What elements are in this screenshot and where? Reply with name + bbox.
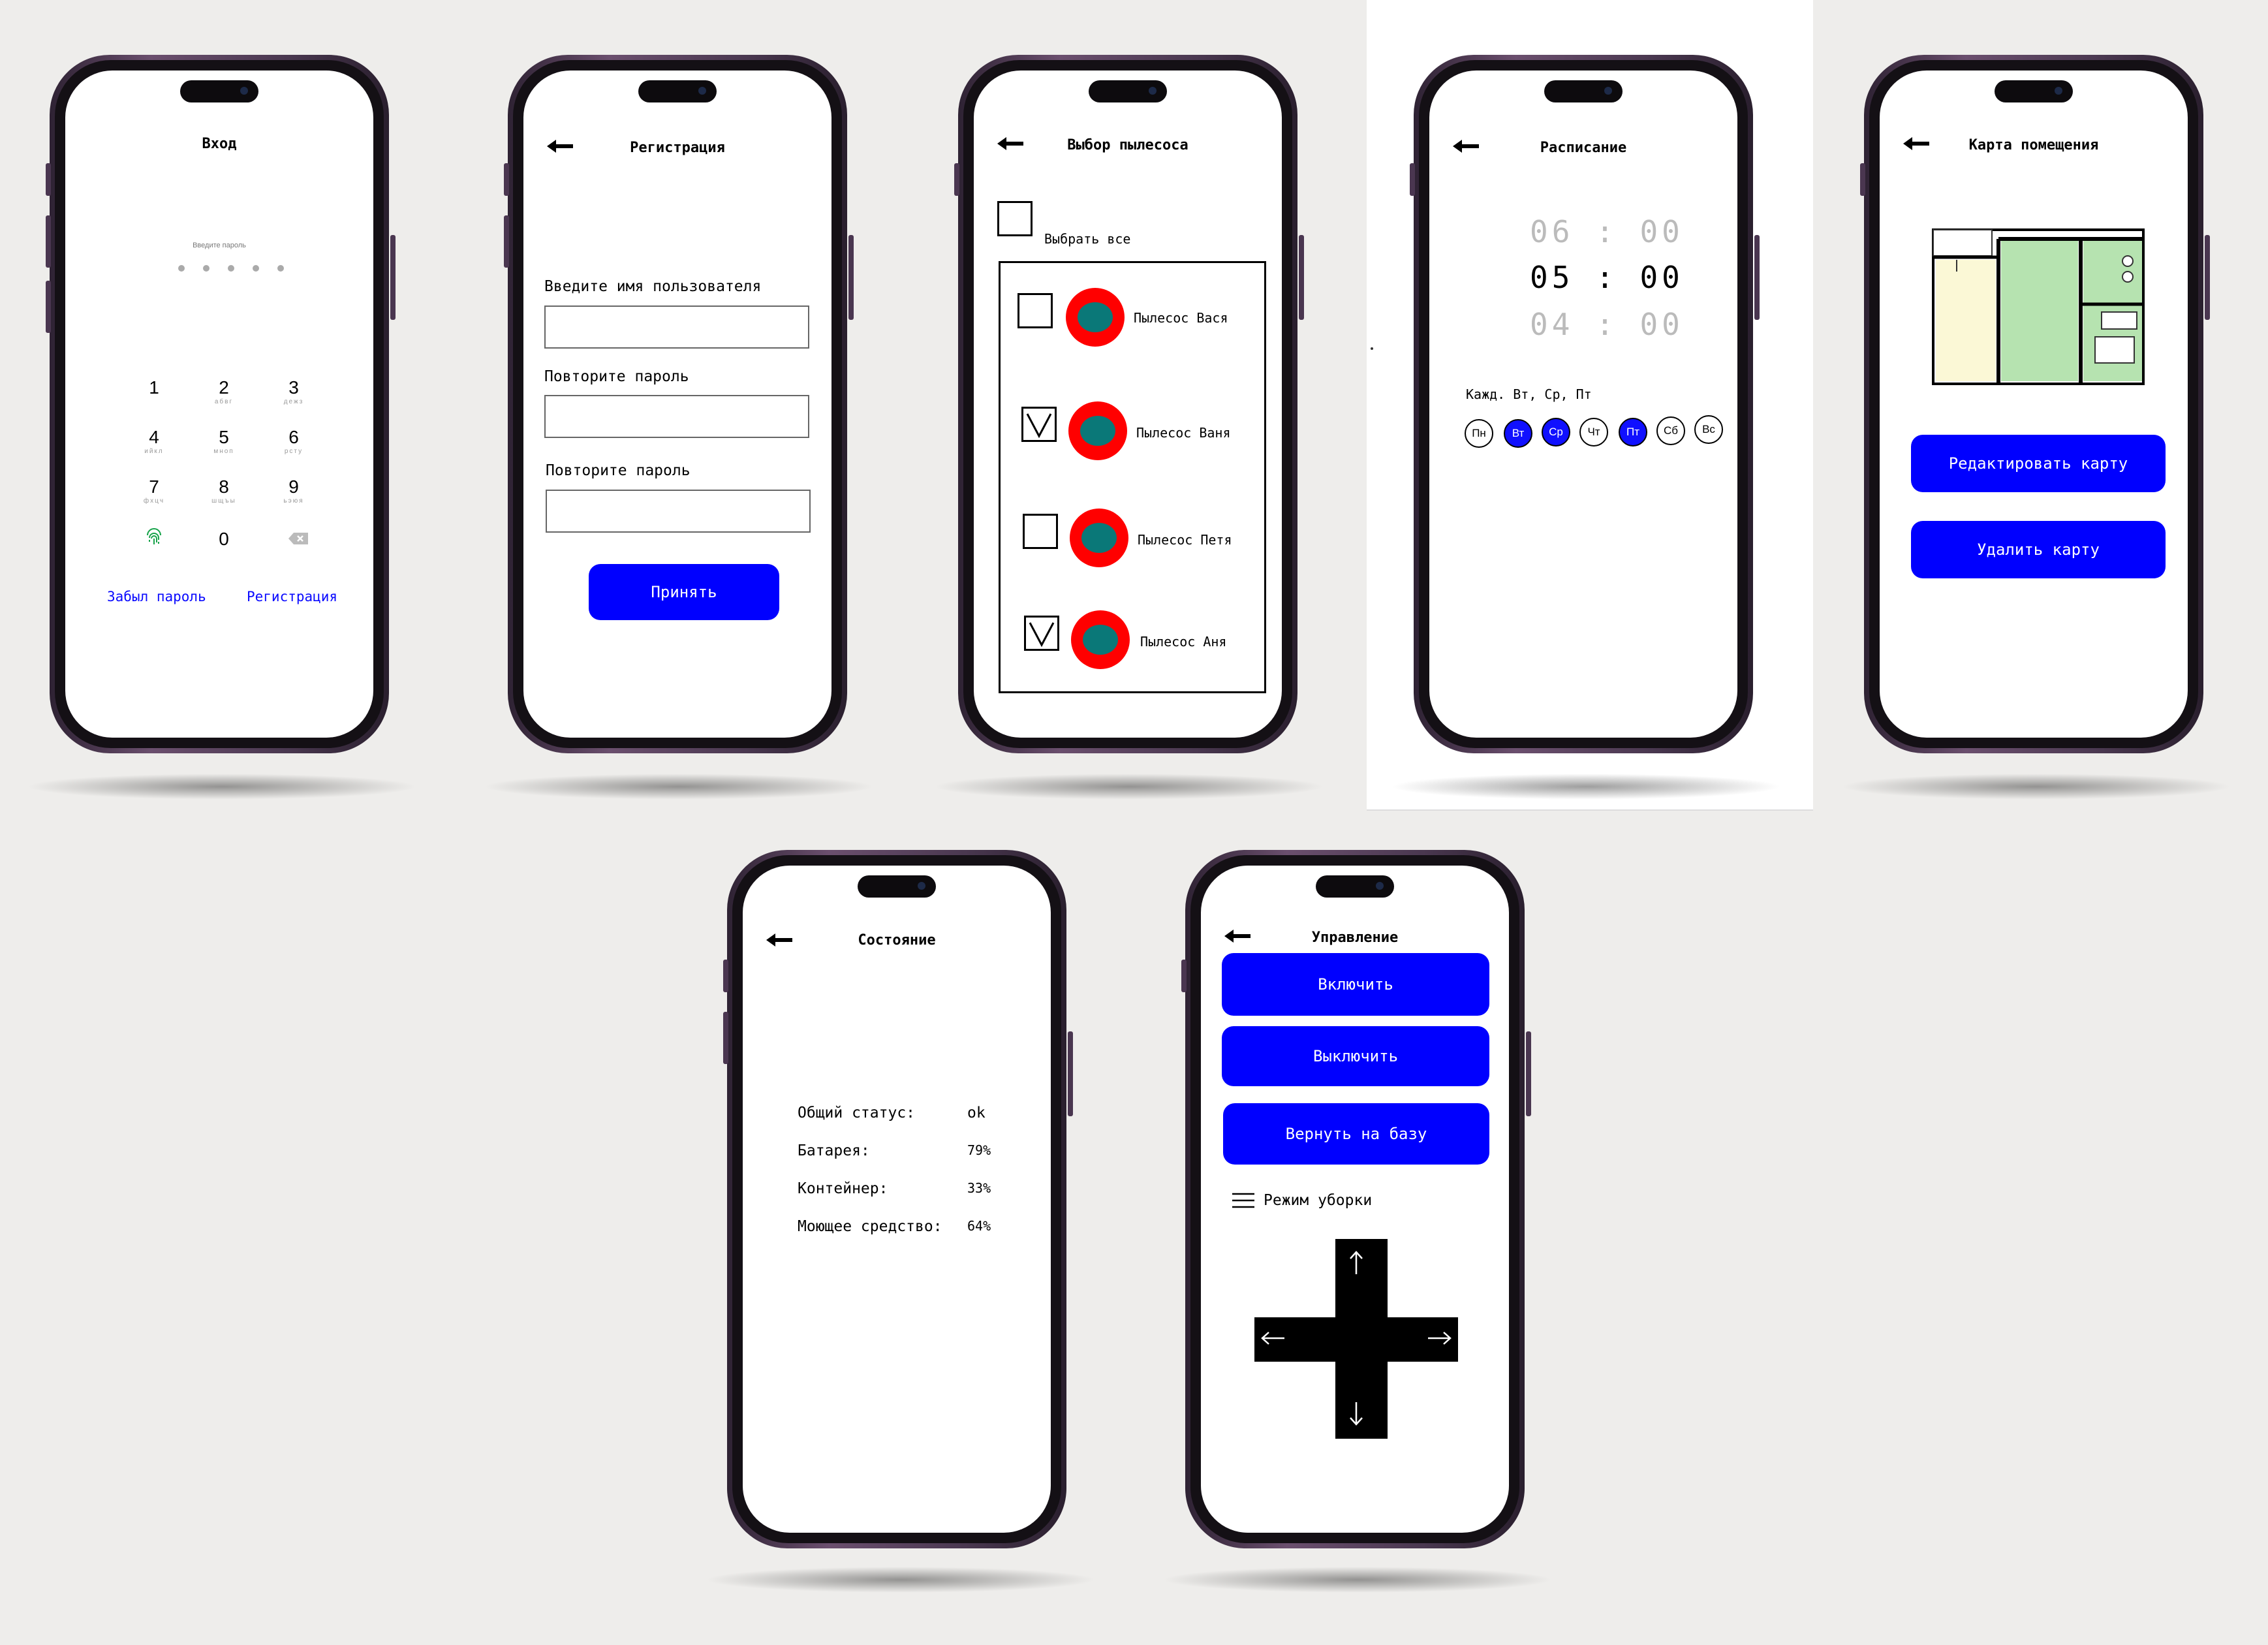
day-toggle[interactable]: Ср	[1542, 418, 1570, 446]
page-title: Выбор пылесоса	[1067, 137, 1188, 153]
arrow-up-icon[interactable]	[1348, 1249, 1364, 1276]
select-all-label: Выбрать все	[1044, 231, 1131, 247]
delete-map-button[interactable]: Удалить карту	[1911, 521, 2166, 578]
username-field[interactable]	[544, 306, 809, 349]
username-label: Введите имя пользователя	[544, 278, 762, 295]
arrow-left-icon[interactable]	[1260, 1330, 1286, 1346]
day-toggle[interactable]: Вс	[1694, 415, 1723, 444]
control-screen: Управление Включить Выключить Вернуть на…	[1201, 866, 1509, 1533]
vacuum-robot-icon	[1068, 401, 1127, 460]
day-toggle[interactable]: Пн	[1465, 419, 1493, 448]
phone-map: Карта помещения Редактировать карту Удал…	[1864, 55, 2203, 753]
day-toggle[interactable]: Пт	[1619, 418, 1647, 446]
page-title: Управление	[1311, 930, 1399, 946]
backspace-icon[interactable]	[287, 531, 309, 546]
turn-on-button[interactable]: Включить	[1222, 953, 1489, 1016]
arrow-down-icon[interactable]	[1348, 1401, 1364, 1427]
day-toggle[interactable]: Сб	[1656, 416, 1685, 445]
edit-map-button[interactable]: Редактировать карту	[1911, 435, 2166, 492]
floor-plan	[1931, 226, 2146, 388]
camera-notch	[1089, 80, 1167, 102]
page-title: Состояние	[858, 932, 936, 948]
page-title: Карта помещения	[1968, 137, 2099, 153]
key-8[interactable]: 8 шщъы	[198, 477, 250, 505]
register-link[interactable]: Регистрация	[247, 589, 337, 604]
camera-notch	[1995, 80, 2073, 102]
vacuum-checkbox-checked[interactable]	[1024, 616, 1059, 651]
vacuum-list: Пылесос Вася Пылесос Ваня Пылесос Петя П…	[999, 261, 1266, 693]
key-5[interactable]: 5 мноп	[198, 427, 250, 455]
pin-hint: Введите пароль	[193, 242, 246, 249]
status-label: Общий статус:	[798, 1104, 916, 1121]
login-screen: Вход Введите пароль 1 2 абвг 3 дежз 4 ийкл …	[65, 70, 373, 738]
repeat-password-field-2[interactable]	[546, 490, 811, 533]
schedule-screen: Расписание 06 : 00 05 : 00 04 : 00 Кажд.…	[1429, 70, 1737, 738]
status-label: Контейнер:	[798, 1180, 888, 1197]
key-3[interactable]: 3 дежз	[268, 377, 320, 405]
vacuum-robot-icon	[1070, 509, 1128, 567]
camera-notch	[858, 875, 936, 898]
phone-registration: Регистрация Введите имя пользователя Пов…	[508, 55, 847, 753]
time-row-selected[interactable]: 05 : 00	[1530, 260, 1684, 295]
vacuum-name: Пылесос Аня	[1140, 634, 1227, 650]
fingerprint-icon[interactable]	[144, 527, 164, 548]
time-row[interactable]: 06 : 00	[1530, 214, 1684, 249]
status-value: 79%	[967, 1142, 991, 1158]
vacuum-robot-icon	[1071, 610, 1130, 669]
key-7[interactable]: 7 фхцч	[128, 477, 180, 505]
select-all-checkbox[interactable]	[997, 201, 1033, 236]
phone-vacuum-select: Выбор пылесоса Выбрать все Пылесос Вася …	[958, 55, 1297, 753]
key-2[interactable]: 2 абвг	[198, 377, 250, 405]
day-toggle[interactable]: Вт	[1504, 419, 1532, 448]
vacuum-name: Пылесос Петя	[1138, 532, 1232, 548]
return-to-base-button[interactable]: Вернуть на базу	[1223, 1103, 1489, 1165]
vacuum-checkbox-checked[interactable]	[1021, 407, 1057, 442]
repeat-password-label-2: Повторите пароль	[546, 462, 691, 479]
day-toggle[interactable]: Чт	[1579, 418, 1608, 446]
stray-dot	[1371, 347, 1373, 350]
key-4[interactable]: 4 ийкл	[128, 427, 180, 455]
phone-control: Управление Включить Выключить Вернуть на…	[1185, 850, 1525, 1548]
key-6[interactable]: 6 рсту	[268, 427, 320, 455]
status-label: Батарея:	[798, 1142, 870, 1159]
key-0[interactable]: 0	[198, 529, 250, 550]
key-9[interactable]: 9 ьэюя	[268, 477, 320, 505]
cleaning-mode-label[interactable]: Режим уборки	[1264, 1192, 1372, 1209]
phone-schedule: Расписание 06 : 00 05 : 00 04 : 00 Кажд.…	[1414, 55, 1753, 753]
vacuum-checkbox[interactable]	[1017, 293, 1053, 328]
vacuum-checkbox[interactable]	[1023, 514, 1058, 549]
registration-screen: Регистрация Введите имя пользователя Пов…	[523, 70, 831, 738]
status-value: 64%	[967, 1218, 991, 1234]
page-title: Расписание	[1540, 140, 1627, 156]
camera-notch	[1544, 80, 1623, 102]
map-screen: Карта помещения Редактировать карту Удал…	[1880, 70, 2188, 738]
page-title: Регистрация	[630, 140, 725, 156]
forgot-password-link[interactable]: Забыл пароль	[107, 589, 206, 604]
time-row[interactable]: 04 : 00	[1530, 307, 1684, 342]
camera-notch	[1316, 875, 1394, 898]
arrow-right-icon[interactable]	[1427, 1330, 1453, 1346]
vacuum-select-screen: Выбор пылесоса Выбрать все Пылесос Вася …	[974, 70, 1282, 738]
repeat-label: Кажд. Вт, Ср, Пт	[1466, 386, 1592, 402]
accept-button[interactable]: Принять	[589, 564, 779, 620]
key-1[interactable]: 1	[128, 377, 180, 398]
status-screen: Состояние Общий статус: ok Батарея: 79% …	[743, 866, 1051, 1533]
vacuum-name: Пылесос Ваня	[1136, 425, 1231, 441]
camera-notch	[180, 80, 258, 102]
status-label: Моющее средство:	[798, 1218, 942, 1235]
status-value: ok	[967, 1104, 986, 1121]
turn-off-button[interactable]: Выключить	[1222, 1026, 1489, 1086]
repeat-password-field[interactable]	[544, 395, 809, 438]
page-title: Вход	[202, 136, 237, 152]
vacuum-name: Пылесос Вася	[1134, 310, 1228, 326]
phone-login: Вход Введите пароль 1 2 абвг 3 дежз 4 ийкл …	[50, 55, 389, 753]
camera-notch	[638, 80, 717, 102]
vacuum-robot-icon	[1066, 288, 1125, 347]
repeat-password-label: Повторите пароль	[544, 368, 689, 385]
menu-icon[interactable]	[1231, 1192, 1256, 1209]
status-value: 33%	[967, 1180, 991, 1196]
phone-status: Состояние Общий статус: ok Батарея: 79% …	[727, 850, 1066, 1548]
